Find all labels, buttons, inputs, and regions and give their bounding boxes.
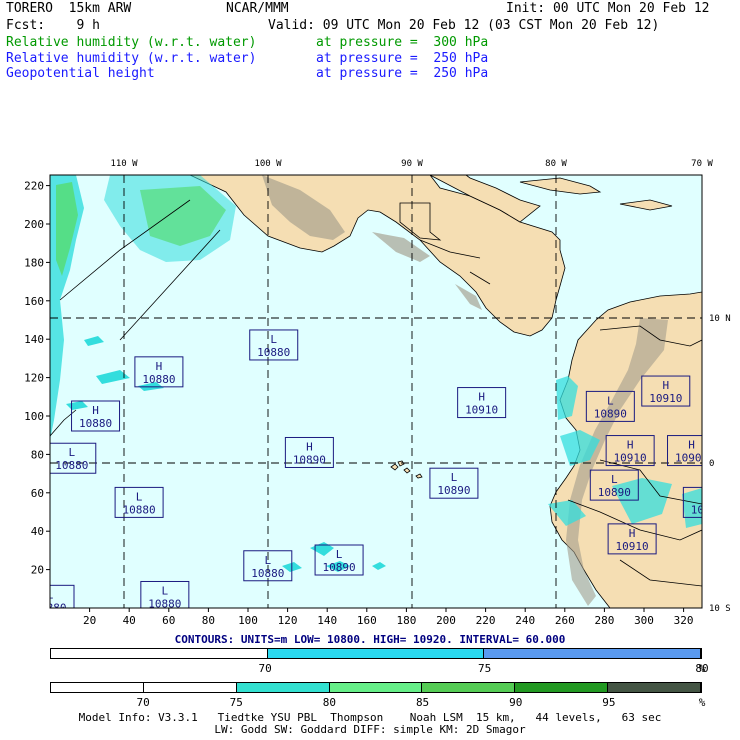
center-type-label: L bbox=[611, 473, 618, 486]
y-tick-label: 60 bbox=[31, 487, 44, 500]
model-info-line2: LW: Godd SW: Goddard DIFF: simple KM: 2D… bbox=[214, 723, 526, 736]
center-value-label: 10890 bbox=[323, 561, 356, 574]
center-type-label: H bbox=[629, 527, 636, 540]
x-tick-label: 60 bbox=[162, 614, 175, 627]
lon-label-80w: 80 W bbox=[545, 159, 567, 169]
x-tick-label: 20 bbox=[83, 614, 96, 627]
y-tick-label: 100 bbox=[24, 410, 44, 423]
center-type-label: H bbox=[92, 404, 99, 417]
center-value-label: 10910 bbox=[616, 540, 649, 553]
x-tick-label: 300 bbox=[634, 614, 654, 627]
y-tick-label: 20 bbox=[31, 564, 44, 577]
x-tick-label: 180 bbox=[396, 614, 416, 627]
y-tick-label: 220 bbox=[24, 180, 44, 193]
y-tick-label: 40 bbox=[31, 525, 44, 538]
center-type-label: L bbox=[704, 490, 711, 503]
center-value-label: 10890 bbox=[598, 486, 631, 499]
x-tick-label: 200 bbox=[436, 614, 456, 627]
center-value-label: 10900 bbox=[675, 452, 708, 465]
x-tick-label: 240 bbox=[515, 614, 535, 627]
x-tick-label: 140 bbox=[317, 614, 337, 627]
y-tick-label: 120 bbox=[24, 372, 44, 385]
x-tick-label: 40 bbox=[123, 614, 136, 627]
center-value-label: 10910 bbox=[465, 404, 498, 417]
center-type-label: L bbox=[336, 548, 343, 561]
center-type-label: L bbox=[270, 333, 277, 346]
x-tick-label: 160 bbox=[357, 614, 377, 627]
x-tick-label: 220 bbox=[476, 614, 496, 627]
center-type-label: L bbox=[451, 471, 458, 484]
center-type-label: H bbox=[627, 439, 634, 452]
lon-label-100w: 100 W bbox=[254, 159, 282, 169]
center-value-label: 10880 bbox=[123, 503, 156, 516]
center-value-label: 10880 bbox=[148, 597, 181, 610]
center-value-label: 10880 bbox=[142, 373, 175, 386]
weather-map: H10910H10910L10880H10880 H10910H10880L108… bbox=[24, 159, 731, 627]
center-value-label: 10880 bbox=[257, 346, 290, 359]
contours-summary: CONTOURS: UNITS=m LOW= 10800. HIGH= 1092… bbox=[174, 633, 566, 646]
lon-label-110w: 110 W bbox=[110, 159, 138, 169]
y-tick-label: 200 bbox=[24, 218, 44, 231]
x-tick-label: 320 bbox=[674, 614, 694, 627]
center-value-label: 10890 bbox=[437, 484, 470, 497]
y-tick-label: 140 bbox=[24, 333, 44, 346]
center-type-label: L bbox=[136, 490, 143, 503]
y-tick-label: 180 bbox=[24, 256, 44, 269]
lat-label-10s: 10 S bbox=[709, 604, 731, 614]
center-type-label: L bbox=[68, 446, 75, 459]
center-type-label: H bbox=[688, 439, 695, 452]
center-value-label: 10910 bbox=[649, 392, 682, 405]
center-value-label: 10880 bbox=[251, 567, 284, 580]
lat-label-0: 0 bbox=[709, 459, 714, 469]
center-value-label: 10890 bbox=[691, 503, 724, 516]
x-tick-label: 80 bbox=[202, 614, 215, 627]
y-tick-label: 80 bbox=[31, 448, 44, 461]
lon-label-90w: 90 W bbox=[401, 159, 423, 169]
x-tick-label: 280 bbox=[594, 614, 614, 627]
center-type-label: L bbox=[607, 394, 614, 407]
center-type-label: L bbox=[162, 584, 169, 597]
center-value-label: 10890 bbox=[293, 453, 326, 466]
center-type-label: L bbox=[264, 554, 271, 567]
center-value-label: 10910 bbox=[614, 452, 647, 465]
center-value-label: 10880 bbox=[55, 459, 88, 472]
y-tick-label: 160 bbox=[24, 295, 44, 308]
center-type-label: H bbox=[156, 360, 163, 373]
x-tick-label: 120 bbox=[278, 614, 298, 627]
center-value-label: 10880 bbox=[79, 417, 112, 430]
center-type-label: H bbox=[662, 379, 669, 392]
x-tick-label: 260 bbox=[555, 614, 575, 627]
center-value-label: 10890 bbox=[594, 407, 627, 420]
lon-label-70w: 70 W bbox=[691, 159, 713, 169]
x-tick-label: 100 bbox=[238, 614, 258, 627]
lat-label-10n: 10 N bbox=[709, 314, 731, 324]
center-type-label: H bbox=[306, 440, 313, 453]
center-type-label: H bbox=[478, 391, 485, 404]
